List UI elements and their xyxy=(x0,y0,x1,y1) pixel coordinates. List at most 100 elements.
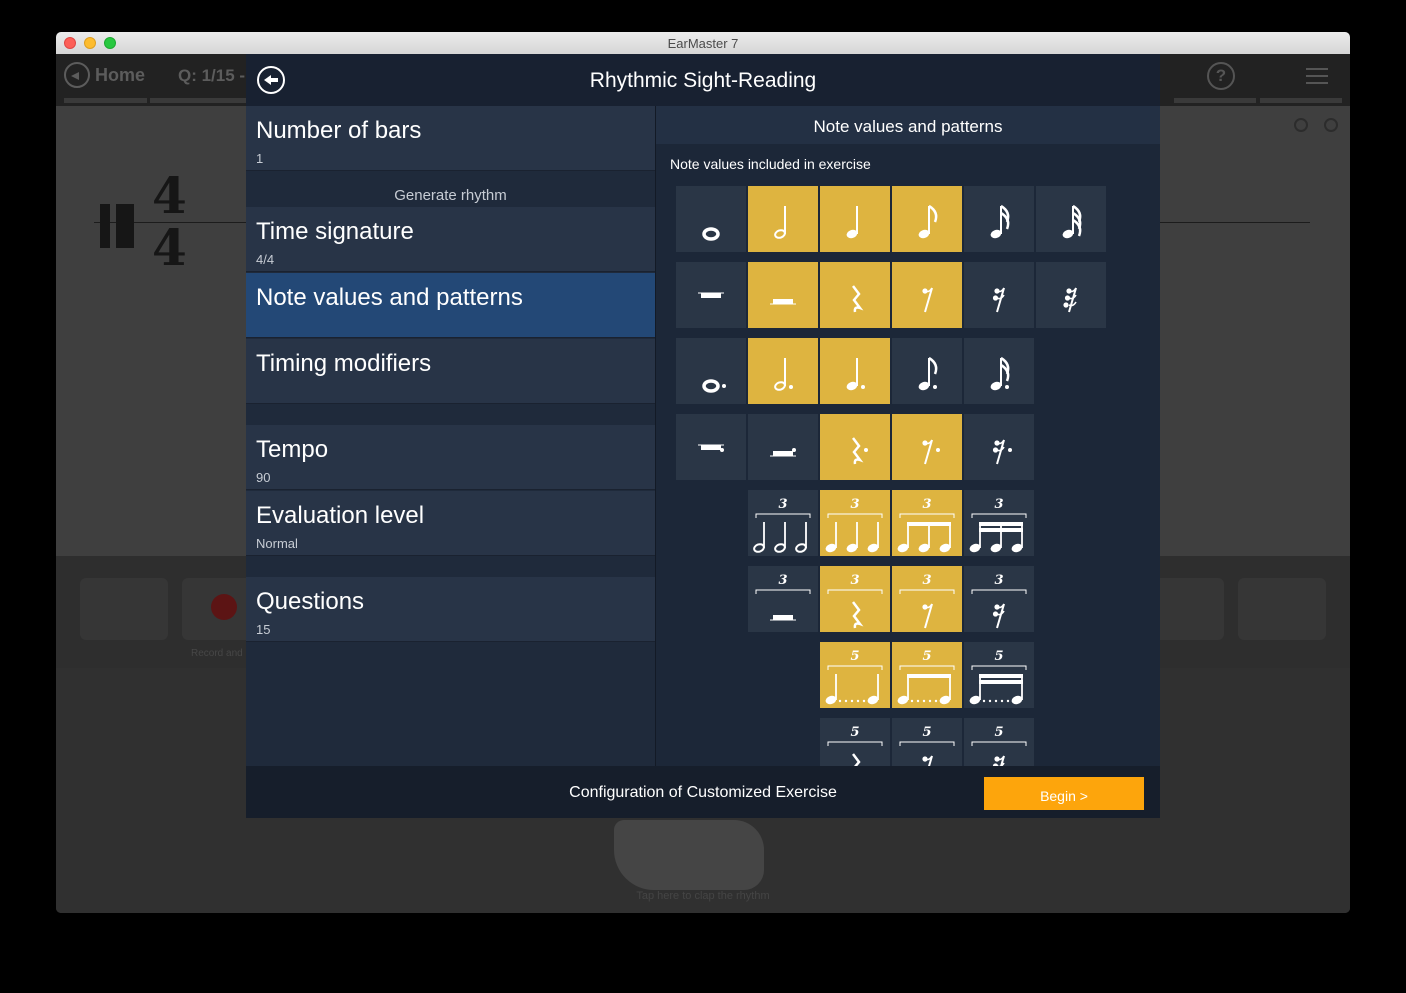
whole-note-icon xyxy=(702,227,720,241)
half-note-triplet-toggle[interactable]: 3 xyxy=(748,490,818,556)
sixteenth-note-toggle[interactable] xyxy=(964,186,1034,252)
sixteenth-note-icon xyxy=(990,204,1010,239)
setting-evaluation-level[interactable]: Evaluation level Normal xyxy=(246,491,655,556)
tap-hint: Tap here to clap the rhythm xyxy=(636,890,770,902)
record-icon xyxy=(211,594,237,620)
barline xyxy=(100,204,110,248)
eighth-note-triplet-toggle[interactable]: 3 xyxy=(892,490,962,556)
quarter-rest-quintuplet-icon: 5 xyxy=(827,725,883,766)
quarter-note-toggle[interactable] xyxy=(820,186,890,252)
sixteenth-rest-toggle[interactable] xyxy=(964,262,1034,328)
setting-value: 90 xyxy=(256,470,271,485)
half-rest-toggle[interactable] xyxy=(748,262,818,328)
eighth-note-toggle[interactable] xyxy=(892,186,962,252)
setting-title: Note values and patterns xyxy=(256,284,523,311)
thirty-second-rest-toggle[interactable] xyxy=(1036,262,1106,328)
begin-button[interactable]: Begin > xyxy=(984,777,1144,810)
svg-text:3: 3 xyxy=(850,497,859,512)
sixteenth-note-triplet-icon: 3 xyxy=(969,497,1027,553)
setting-tempo[interactable]: Tempo 90 xyxy=(246,425,655,490)
svg-text:5: 5 xyxy=(994,725,1003,740)
back-arrow-icon xyxy=(64,62,90,88)
sixteenth-note-triplet-toggle[interactable]: 3 xyxy=(964,490,1034,556)
zoom-in-icon[interactable] xyxy=(1324,118,1338,132)
dotted-half-note-icon xyxy=(774,358,793,391)
eighth-rest-icon xyxy=(922,287,933,313)
svg-text:3: 3 xyxy=(778,573,787,588)
section-generate-rhythm: Generate rhythm xyxy=(394,187,507,204)
dotted-quarter-note-toggle[interactable] xyxy=(820,338,890,404)
eighth-rest-quintuplet-toggle[interactable]: 5 xyxy=(892,718,962,766)
quarter-rest-toggle[interactable] xyxy=(820,262,890,328)
dotted-sixteenth-note-toggle[interactable] xyxy=(964,338,1034,404)
setting-title: Number of bars xyxy=(256,117,422,144)
svg-text:3: 3 xyxy=(994,497,1003,512)
setting-value: 15 xyxy=(256,622,271,637)
half-rest-triplet-toggle[interactable]: 3 xyxy=(748,566,818,632)
thirty-second-note-toggle[interactable] xyxy=(1036,186,1106,252)
settings-dialog: Rhythmic Sight-Reading Number of bars 1 … xyxy=(246,54,1160,818)
eighth-rest-triplet-icon: 3 xyxy=(899,573,955,629)
dotted-sixteenth-rest-toggle[interactable] xyxy=(964,414,1034,480)
svg-text:3: 3 xyxy=(850,573,859,588)
dotted-eighth-rest-toggle[interactable] xyxy=(892,414,962,480)
sixteenth-rest-icon xyxy=(992,287,1005,313)
quarter-note-triplet-icon: 3 xyxy=(825,497,883,553)
hand-icon xyxy=(614,820,764,890)
home-button[interactable]: Home xyxy=(64,62,145,88)
dotted-half-rest-toggle[interactable] xyxy=(748,414,818,480)
setting-note-values[interactable]: Note values and patterns xyxy=(246,273,655,338)
hint-button[interactable] xyxy=(1238,578,1326,640)
setting-title: Timing modifiers xyxy=(256,350,432,377)
tab-underline xyxy=(64,98,147,103)
dotted-quarter-note-icon xyxy=(846,358,865,391)
half-note-toggle[interactable] xyxy=(748,186,818,252)
setting-title: Evaluation level xyxy=(256,502,425,529)
quarter-note-quintuplet-toggle[interactable]: 5 xyxy=(820,642,890,708)
quarter-rest-quintuplet-toggle[interactable]: 5 xyxy=(820,718,890,766)
settings-list: Number of bars 1 Generate rhythm Time si… xyxy=(246,106,655,766)
thirty-second-rest-icon xyxy=(1063,287,1077,313)
help-icon[interactable]: ? xyxy=(1207,62,1235,90)
zoom-out-icon[interactable] xyxy=(1294,118,1308,132)
quarter-rest-triplet-toggle[interactable]: 3 xyxy=(820,566,890,632)
question-counter: Q: 1/15 - xyxy=(178,66,246,85)
setting-timing-modifiers[interactable]: Timing modifiers xyxy=(246,339,655,404)
sixteenth-rest-quintuplet-toggle[interactable]: 5 xyxy=(964,718,1034,766)
svg-text:5: 5 xyxy=(994,649,1003,664)
whole-rest-toggle[interactable] xyxy=(676,262,746,328)
dotted-quarter-rest-icon xyxy=(852,437,868,465)
svg-text:5: 5 xyxy=(922,649,931,664)
home-label: Home xyxy=(95,64,146,85)
dotted-sixteenth-note-icon xyxy=(990,356,1010,391)
skip-button[interactable] xyxy=(80,578,168,640)
half-note-triplet-icon: 3 xyxy=(753,497,811,553)
eighth-note-icon xyxy=(918,204,938,239)
menu-icon[interactable] xyxy=(1306,68,1328,89)
svg-text:5: 5 xyxy=(922,725,931,740)
dotted-whole-rest-toggle[interactable] xyxy=(676,414,746,480)
dotted-quarter-rest-toggle[interactable] xyxy=(820,414,890,480)
eighth-rest-triplet-toggle[interactable]: 3 xyxy=(892,566,962,632)
svg-text:3: 3 xyxy=(994,573,1003,588)
dotted-whole-note-toggle[interactable] xyxy=(676,338,746,404)
dotted-half-note-toggle[interactable] xyxy=(748,338,818,404)
svg-text:5: 5 xyxy=(850,725,859,740)
eighth-rest-toggle[interactable] xyxy=(892,262,962,328)
quarter-note-triplet-toggle[interactable]: 3 xyxy=(820,490,890,556)
dialog-title: Rhythmic Sight-Reading xyxy=(589,69,817,92)
setting-questions[interactable]: Questions 15 xyxy=(246,577,655,642)
quarter-rest-icon xyxy=(852,285,864,313)
dotted-eighth-note-toggle[interactable] xyxy=(892,338,962,404)
sixteenth-note-quintuplet-icon: 5 xyxy=(969,649,1027,705)
setting-time-signature[interactable]: Time signature 4/4 xyxy=(246,207,655,272)
half-rest-triplet-icon: 3 xyxy=(755,573,811,621)
eighth-note-quintuplet-toggle[interactable]: 5 xyxy=(892,642,962,708)
sixteenth-note-quintuplet-toggle[interactable]: 5 xyxy=(964,642,1034,708)
setting-number-of-bars[interactable]: Number of bars 1 xyxy=(246,106,655,171)
sixteenth-rest-triplet-toggle[interactable]: 3 xyxy=(964,566,1034,632)
note-values-panel: Note values and patterns Note values inc… xyxy=(656,106,1160,766)
setting-title: Time signature xyxy=(256,218,414,245)
svg-text:3: 3 xyxy=(922,497,931,512)
whole-note-toggle[interactable] xyxy=(676,186,746,252)
